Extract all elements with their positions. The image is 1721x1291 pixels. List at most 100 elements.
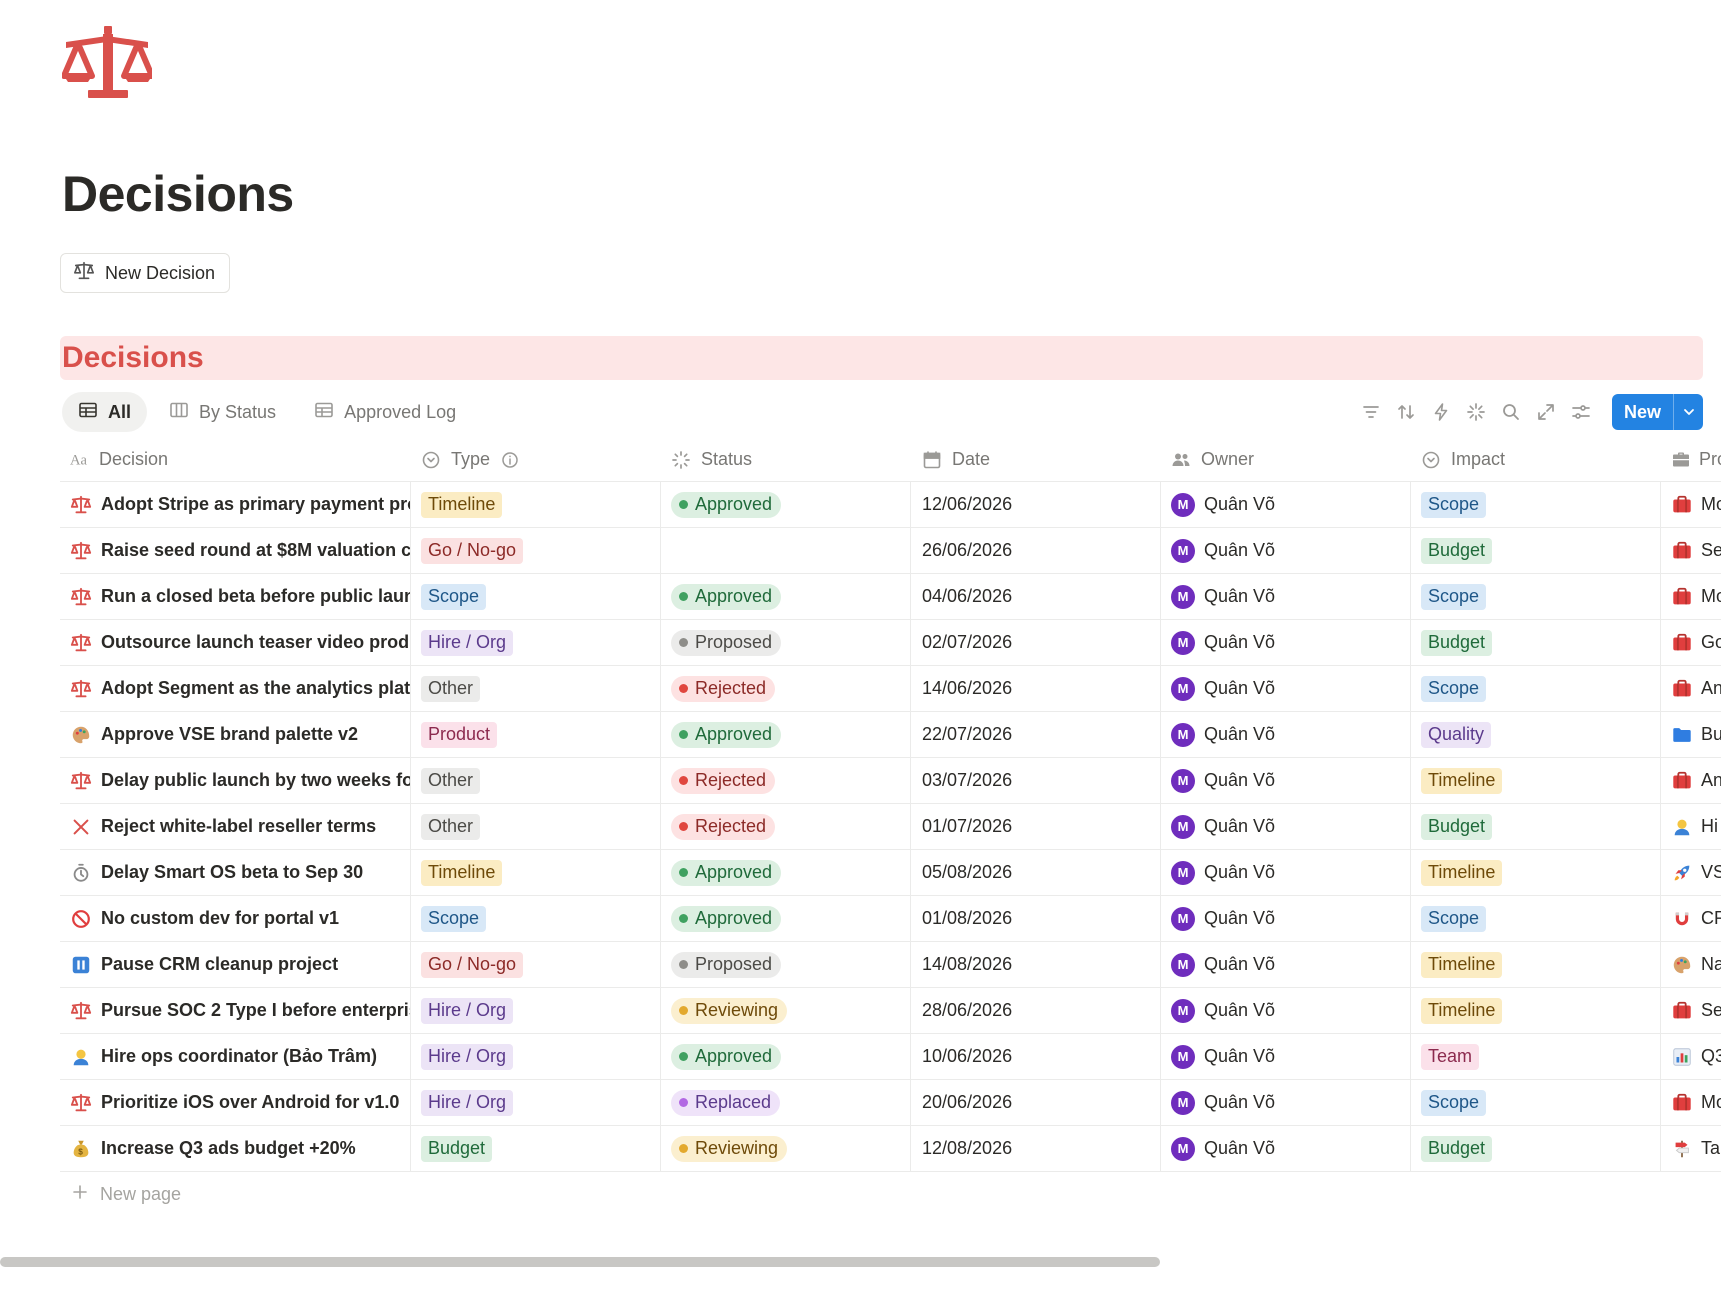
owner-cell[interactable]: M Quân Võ bbox=[1161, 896, 1411, 941]
project-cell[interactable]: Hi bbox=[1661, 804, 1721, 849]
status-cell[interactable]: Approved bbox=[661, 1034, 911, 1079]
impact-cell[interactable]: Scope bbox=[1411, 666, 1661, 711]
type-cell[interactable]: Hire / Org bbox=[411, 988, 661, 1033]
project-name[interactable]: Tai bbox=[1701, 1138, 1721, 1159]
impact-cell[interactable]: Timeline bbox=[1411, 850, 1661, 895]
owner-cell[interactable]: M Quân Võ bbox=[1161, 850, 1411, 895]
decision-title[interactable]: Reject white-label reseller terms bbox=[101, 816, 376, 837]
decision-cell[interactable]: $ Increase Q3 ads budget +20% bbox=[60, 1126, 411, 1171]
new-decision-button[interactable]: New Decision bbox=[60, 253, 231, 293]
database-title[interactable]: Decisions bbox=[62, 341, 204, 375]
project-name[interactable]: Se bbox=[1701, 1000, 1721, 1021]
impact-cell[interactable]: Scope bbox=[1411, 574, 1661, 619]
table-row[interactable]: Run a closed beta before public launch Sc… bbox=[60, 574, 1721, 620]
type-cell[interactable]: Hire / Org bbox=[411, 1080, 661, 1125]
table-row[interactable]: Outsource launch teaser video production… bbox=[60, 620, 1721, 666]
sort-icon[interactable] bbox=[1396, 402, 1417, 423]
decision-cell[interactable]: Outsource launch teaser video production bbox=[60, 620, 411, 665]
project-cell[interactable]: Se bbox=[1661, 988, 1721, 1033]
date-cell[interactable]: 03/07/2026 bbox=[911, 758, 1161, 803]
date-cell[interactable]: 05/08/2026 bbox=[911, 850, 1161, 895]
type-cell[interactable]: Timeline bbox=[411, 482, 661, 527]
date-cell[interactable]: 14/08/2026 bbox=[911, 942, 1161, 987]
decision-cell[interactable]: Pursue SOC 2 Type I before enterprise sa… bbox=[60, 988, 411, 1033]
project-name[interactable]: Mo bbox=[1701, 586, 1721, 607]
decision-cell[interactable]: Adopt Segment as the analytics platform bbox=[60, 666, 411, 711]
decision-title[interactable]: Outsource launch teaser video production bbox=[101, 632, 410, 653]
owner-cell[interactable]: M Quân Võ bbox=[1161, 482, 1411, 527]
column-impact-header[interactable]: Impact bbox=[1411, 438, 1661, 481]
type-cell[interactable]: Other bbox=[411, 758, 661, 803]
project-name[interactable]: Mo bbox=[1701, 1092, 1721, 1113]
project-name[interactable]: Na bbox=[1701, 954, 1721, 975]
impact-cell[interactable]: Team bbox=[1411, 1034, 1661, 1079]
owner-cell[interactable]: M Quân Võ bbox=[1161, 1034, 1411, 1079]
decision-title[interactable]: Pursue SOC 2 Type I before enterprise sa… bbox=[101, 1000, 410, 1021]
type-cell[interactable]: Timeline bbox=[411, 850, 661, 895]
column-date-header[interactable]: Date bbox=[911, 438, 1161, 481]
status-cell[interactable]: Approved bbox=[661, 482, 911, 527]
status-cell[interactable]: Proposed bbox=[661, 620, 911, 665]
project-cell[interactable]: VS bbox=[1661, 850, 1721, 895]
project-cell[interactable]: Bu bbox=[1661, 712, 1721, 757]
owner-cell[interactable]: M Quân Võ bbox=[1161, 1126, 1411, 1171]
table-row[interactable]: Delay public launch by two weeks for ext… bbox=[60, 758, 1721, 804]
impact-cell[interactable]: Scope bbox=[1411, 896, 1661, 941]
type-cell[interactable]: Scope bbox=[411, 574, 661, 619]
type-cell[interactable]: Go / No-go bbox=[411, 528, 661, 573]
impact-cell[interactable]: Quality bbox=[1411, 712, 1661, 757]
type-cell[interactable]: Other bbox=[411, 666, 661, 711]
owner-cell[interactable]: M Quân Võ bbox=[1161, 804, 1411, 849]
impact-cell[interactable]: Timeline bbox=[1411, 758, 1661, 803]
impact-cell[interactable]: Budget bbox=[1411, 620, 1661, 665]
automation-icon[interactable] bbox=[1431, 402, 1452, 423]
type-cell[interactable]: Budget bbox=[411, 1126, 661, 1171]
decision-cell[interactable]: Run a closed beta before public launch bbox=[60, 574, 411, 619]
table-row[interactable]: Adopt Stripe as primary payment provider… bbox=[60, 482, 1721, 528]
decision-cell[interactable]: Raise seed round at $8M valuation cap bbox=[60, 528, 411, 573]
owner-cell[interactable]: M Quân Võ bbox=[1161, 758, 1411, 803]
status-cell[interactable]: Rejected bbox=[661, 666, 911, 711]
date-cell[interactable]: 22/07/2026 bbox=[911, 712, 1161, 757]
type-cell[interactable]: Go / No-go bbox=[411, 942, 661, 987]
impact-cell[interactable]: Scope bbox=[1411, 482, 1661, 527]
status-cell[interactable]: Rejected bbox=[661, 804, 911, 849]
project-cell[interactable]: Q3 bbox=[1661, 1034, 1721, 1079]
date-cell[interactable]: 12/06/2026 bbox=[911, 482, 1161, 527]
impact-cell[interactable]: Scope bbox=[1411, 1080, 1661, 1125]
project-cell[interactable]: An bbox=[1661, 666, 1721, 711]
new-row-button[interactable]: New bbox=[1611, 394, 1703, 430]
column-decision-header[interactable]: Aa Decision bbox=[60, 438, 411, 481]
impact-cell[interactable]: Timeline bbox=[1411, 942, 1661, 987]
table-row[interactable]: Reject white-label reseller terms Other Re… bbox=[60, 804, 1721, 850]
table-row[interactable]: Pause CRM cleanup project Go / No-go Propo… bbox=[60, 942, 1721, 988]
decision-title[interactable]: Approve VSE brand palette v2 bbox=[101, 724, 358, 745]
status-cell[interactable]: Approved bbox=[661, 574, 911, 619]
decision-title[interactable]: Delay public launch by two weeks for ext… bbox=[101, 770, 410, 791]
status-cell[interactable]: Reviewing bbox=[661, 1126, 911, 1171]
project-name[interactable]: CR bbox=[1701, 908, 1721, 929]
date-cell[interactable]: 01/08/2026 bbox=[911, 896, 1161, 941]
project-name[interactable]: An bbox=[1701, 678, 1721, 699]
table-row[interactable]: Hire ops coordinator (Bảo Trâm) Hire / Or… bbox=[60, 1034, 1721, 1080]
decision-title[interactable]: Adopt Stripe as primary payment provider bbox=[101, 494, 410, 515]
owner-cell[interactable]: M Quân Võ bbox=[1161, 574, 1411, 619]
project-cell[interactable]: Se bbox=[1661, 528, 1721, 573]
date-cell[interactable]: 01/07/2026 bbox=[911, 804, 1161, 849]
owner-cell[interactable]: M Quân Võ bbox=[1161, 942, 1411, 987]
table-row[interactable]: Raise seed round at $8M valuation cap Go … bbox=[60, 528, 1721, 574]
decision-cell[interactable]: Hire ops coordinator (Bảo Trâm) bbox=[60, 1034, 411, 1079]
decision-cell[interactable]: Adopt Stripe as primary payment provider bbox=[60, 482, 411, 527]
project-cell[interactable]: An bbox=[1661, 758, 1721, 803]
search-icon[interactable] bbox=[1501, 402, 1522, 423]
date-cell[interactable]: 28/06/2026 bbox=[911, 988, 1161, 1033]
owner-cell[interactable]: M Quân Võ bbox=[1161, 1080, 1411, 1125]
project-cell[interactable]: CR bbox=[1661, 896, 1721, 941]
decision-cell[interactable]: Delay Smart OS beta to Sep 30 bbox=[60, 850, 411, 895]
filter-icon[interactable] bbox=[1361, 402, 1382, 423]
date-cell[interactable]: 14/06/2026 bbox=[911, 666, 1161, 711]
decision-title[interactable]: Hire ops coordinator (Bảo Trâm) bbox=[101, 1046, 377, 1067]
status-cell[interactable]: Approved bbox=[661, 896, 911, 941]
decision-title[interactable]: Raise seed round at $8M valuation cap bbox=[101, 540, 410, 561]
settings-icon[interactable] bbox=[1571, 402, 1592, 423]
